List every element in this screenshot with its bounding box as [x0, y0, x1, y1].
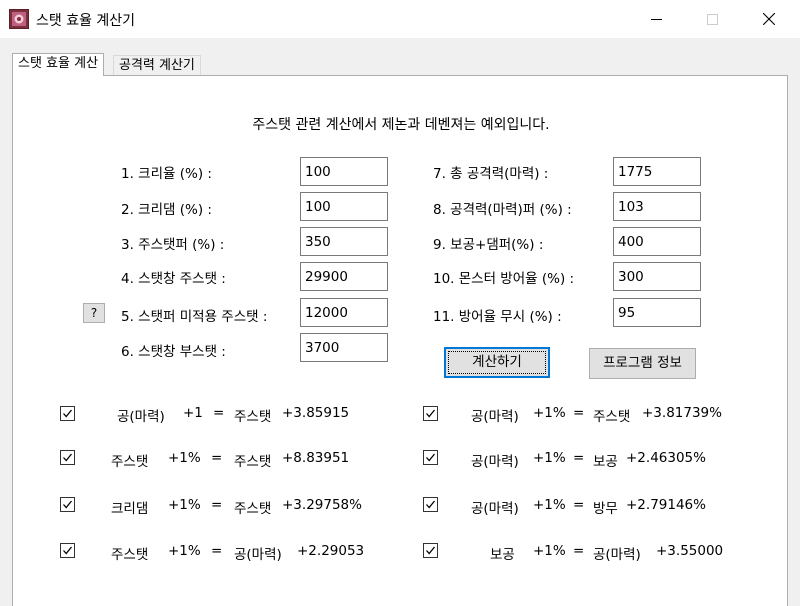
minimize-icon	[650, 14, 662, 25]
result-left-eq: =	[211, 450, 223, 466]
result-checkbox[interactable]	[423, 406, 438, 421]
boss-damage-input[interactable]	[613, 227, 701, 256]
result-left-b: +1%	[168, 450, 201, 466]
title-bar: 스탯 효율 계산기	[0, 0, 800, 38]
result-checkbox[interactable]	[60, 406, 75, 421]
result-checkbox[interactable]	[60, 497, 75, 512]
close-button[interactable]	[746, 0, 792, 38]
result-checkbox[interactable]	[423, 450, 438, 465]
result-right-c: 보공	[593, 454, 618, 470]
field-label-ignore-defense: 11. 방어율 무시 (%) :	[433, 309, 562, 325]
result-left-d: +2.29053	[297, 543, 365, 559]
main-stat-percent-input[interactable]	[300, 227, 388, 256]
result-left-eq: =	[211, 497, 223, 513]
tab-panel: 주스탯 관련 계산에서 제논과 데벤져는 예외입니다. 1. 크리율 (%) :…	[12, 75, 788, 606]
result-left-a: 공(마력)	[117, 409, 165, 425]
field-label-main-stat: 4. 스탯창 주스탯 :	[121, 271, 226, 287]
result-left-c: 주스탯	[234, 409, 272, 425]
result-checkbox[interactable]	[60, 450, 75, 465]
field-label-monster-defense: 10. 몬스터 방어율 (%) :	[433, 271, 575, 287]
result-left-a: 주스탯	[111, 547, 149, 563]
result-left-c: 주스탯	[234, 501, 272, 517]
result-left-d: +8.83951	[282, 450, 350, 466]
result-left-eq: =	[213, 405, 225, 421]
field-label-crit-damage: 2. 크리댐 (%) :	[121, 202, 212, 218]
result-right-eq: =	[573, 497, 585, 513]
sub-stat-input[interactable]	[300, 333, 388, 362]
result-left-c: 주스탯	[234, 454, 272, 470]
unapplied-main-stat-input[interactable]	[300, 298, 388, 327]
result-right-b: +1%	[533, 543, 566, 559]
result-right-b: +1%	[533, 405, 566, 421]
result-checkbox[interactable]	[60, 543, 75, 558]
result-right-d: +2.46305%	[626, 450, 706, 466]
result-right-c: 주스탯	[593, 409, 631, 425]
crit-damage-input[interactable]	[300, 192, 388, 221]
result-right-b: +1%	[533, 497, 566, 513]
calculate-button[interactable]: 계산하기	[444, 347, 550, 378]
result-right-a: 보공	[490, 547, 515, 563]
result-checkbox[interactable]	[423, 497, 438, 512]
field-label-main-stat-percent: 3. 주스탯퍼 (%) :	[121, 237, 225, 253]
close-icon	[763, 13, 775, 25]
program-info-button[interactable]: 프로그램 정보	[589, 348, 696, 379]
field-label-crit-rate: 1. 크리율 (%) :	[121, 166, 212, 182]
result-right-d: +3.81739%	[642, 405, 722, 421]
result-left-d: +3.29758%	[282, 497, 362, 513]
result-left-eq: =	[211, 543, 223, 559]
result-left-b: +1%	[168, 543, 201, 559]
field-label-unapplied-main-stat: 5. 스탯퍼 미적용 주스탯 :	[121, 309, 268, 325]
help-button[interactable]: ?	[83, 303, 105, 323]
result-right-eq: =	[573, 543, 585, 559]
app-icon	[9, 9, 29, 29]
maximize-button[interactable]	[689, 0, 735, 38]
attack-percent-input[interactable]	[613, 192, 701, 221]
result-left-c: 공(마력)	[234, 547, 282, 563]
total-attack-input[interactable]	[613, 157, 701, 186]
result-left-b: +1	[183, 405, 203, 421]
crit-rate-input[interactable]	[300, 157, 388, 186]
notice-text: 주스탯 관련 계산에서 제논과 데벤져는 예외입니다.	[252, 117, 550, 133]
result-right-b: +1%	[533, 450, 566, 466]
maximize-icon	[706, 13, 718, 25]
result-right-a: 공(마력)	[471, 454, 519, 470]
field-label-attack-percent: 8. 공격력(마력)퍼 (%) :	[433, 202, 572, 218]
ignore-defense-input[interactable]	[613, 298, 701, 327]
result-right-d: +3.55000	[656, 543, 724, 559]
result-right-a: 공(마력)	[471, 409, 519, 425]
main-stat-input[interactable]	[300, 262, 388, 291]
result-left-d: +3.85915	[282, 405, 350, 421]
result-left-b: +1%	[168, 497, 201, 513]
minimize-button[interactable]	[633, 0, 679, 38]
result-right-eq: =	[573, 405, 585, 421]
result-checkbox[interactable]	[423, 543, 438, 558]
result-right-c: 방무	[593, 501, 618, 517]
result-left-a: 크리댐	[111, 501, 149, 517]
result-left-a: 주스탯	[111, 454, 149, 470]
result-right-a: 공(마력)	[471, 501, 519, 517]
tab-attack-calculator[interactable]: 공격력 계산기	[113, 55, 201, 75]
result-right-c: 공(마력)	[593, 547, 641, 563]
field-label-boss-damage: 9. 보공+댐퍼(%) :	[433, 237, 544, 253]
field-label-total-attack: 7. 총 공격력(마력) :	[433, 166, 549, 182]
monster-defense-input[interactable]	[613, 262, 701, 291]
window-title: 스탯 효율 계산기	[36, 13, 136, 29]
result-right-d: +2.79146%	[626, 497, 706, 513]
result-right-eq: =	[573, 450, 585, 466]
field-label-sub-stat: 6. 스탯창 부스탯 :	[121, 344, 226, 360]
tab-stat-efficiency[interactable]: 스탯 효율 계산	[12, 53, 105, 76]
